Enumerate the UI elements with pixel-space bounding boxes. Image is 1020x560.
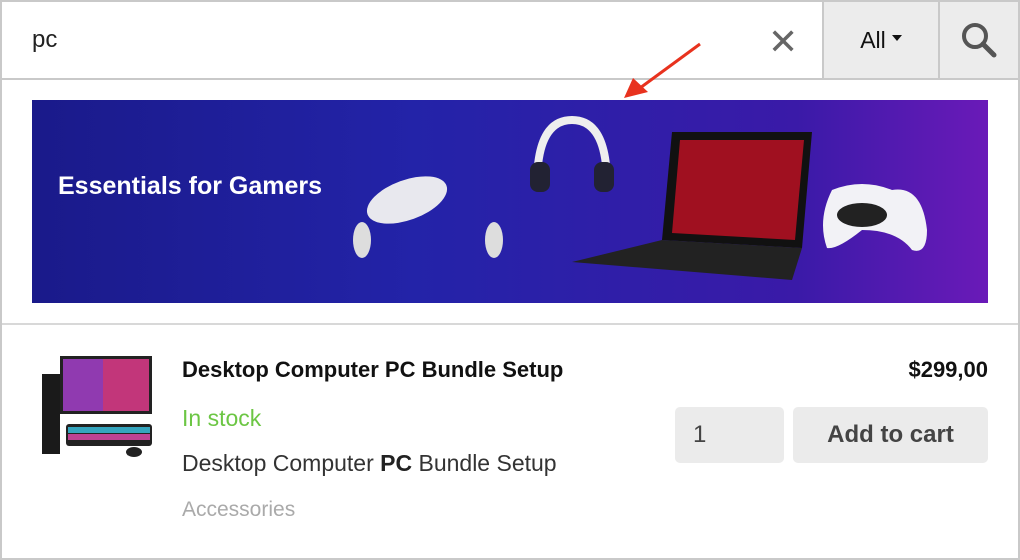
headphones-image (530, 115, 614, 192)
search-field-wrap: ✕ (2, 2, 822, 78)
desc-text: Desktop Computer (182, 450, 381, 476)
banner-products-image (353, 115, 927, 280)
caret-down-icon (891, 35, 902, 41)
desc-highlight: PC (380, 450, 413, 476)
product-thumbnail[interactable] (30, 352, 154, 458)
add-to-cart-button[interactable]: Add to cart (793, 407, 988, 463)
product-category: Accessories (182, 498, 296, 521)
stock-status: In stock (182, 405, 262, 431)
promo-banner[interactable]: Essentials for Gamers (32, 100, 988, 303)
vr-headset-image (353, 176, 503, 258)
search-icon (962, 23, 997, 58)
desc-text-end: Bundle Setup (412, 450, 557, 476)
controller-image (823, 184, 927, 251)
search-button[interactable] (938, 2, 1018, 78)
quantity-input[interactable] (675, 407, 784, 463)
category-selected: All (860, 26, 886, 53)
search-input[interactable] (32, 26, 732, 54)
product-description: Desktop Computer PC Bundle Setup (182, 450, 557, 477)
product-price: $299,00 (908, 357, 988, 382)
search-bar: ✕ All (0, 0, 1020, 80)
category-dropdown[interactable]: All (822, 2, 938, 78)
close-icon[interactable]: ✕ (768, 24, 798, 60)
product-title[interactable]: Desktop Computer PC Bundle Setup (182, 357, 563, 383)
divider (2, 323, 1018, 325)
